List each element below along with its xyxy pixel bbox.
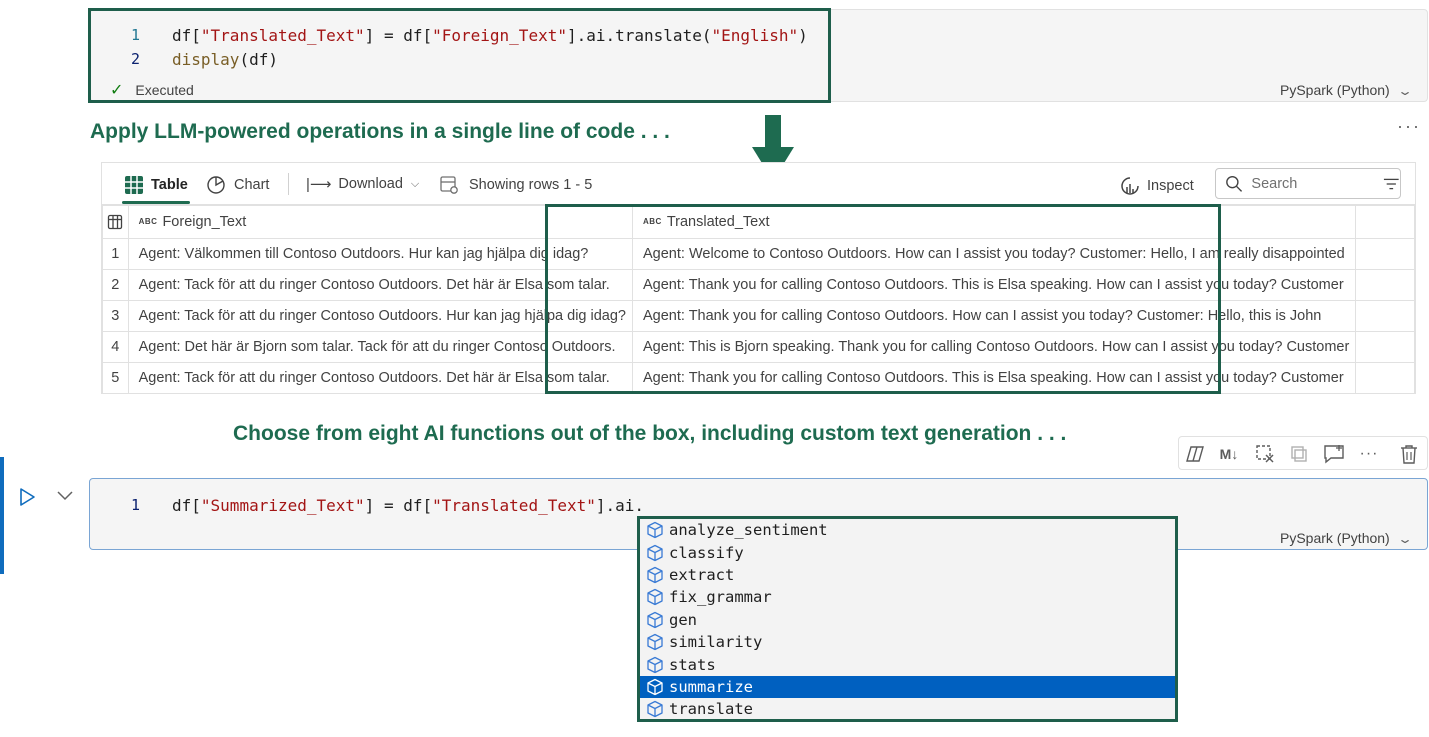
tab-chart[interactable]: Chart — [206, 175, 269, 195]
delete-icon[interactable] — [1397, 443, 1421, 465]
output-panel: Table Chart |⟶ Download ⌵ Showing rows 1… — [101, 162, 1416, 394]
method-cube-icon — [647, 634, 663, 651]
active-cell-indicator — [0, 457, 4, 574]
code-line-2[interactable]: display(df) — [172, 50, 278, 69]
toolbar-divider — [288, 173, 289, 195]
line-number: 1 — [130, 496, 140, 514]
check-icon: ✓ — [110, 82, 124, 99]
data-table: ABC Foreign_Text ABC Translated_Text 1 Age… — [102, 205, 1415, 394]
table-icon — [125, 176, 143, 194]
table-row[interactable]: 2 Agent: Tack för att du ringer Contoso … — [102, 269, 1415, 301]
cell-foreign-text[interactable]: Agent: Tack för att du ringer Contoso Ou… — [127, 362, 634, 394]
copilot-icon[interactable] — [1183, 443, 1207, 465]
grid-icon — [108, 214, 123, 229]
cell-translated-text[interactable]: Agent: Thank you for calling Contoso Out… — [631, 300, 1357, 332]
run-cell-icon[interactable] — [18, 487, 36, 507]
suggestion-item[interactable]: translate — [640, 698, 1175, 720]
cell-foreign-text[interactable]: Agent: Välkommen till Contoso Outdoors. … — [127, 238, 634, 270]
rows-info: Showing rows 1 - 5 — [439, 175, 592, 195]
tab-table[interactable]: Table — [124, 175, 188, 195]
column-header-foreign-text[interactable]: ABC Foreign_Text — [127, 205, 634, 239]
column-header-translated-text[interactable]: ABC Translated_Text — [631, 205, 1357, 239]
search-input[interactable] — [1251, 175, 1362, 192]
method-cube-icon — [647, 611, 663, 628]
suggestion-item[interactable]: stats — [640, 653, 1175, 675]
chevron-down-icon: ⌄ — [1396, 84, 1413, 98]
cell-translated-text[interactable]: Agent: This is Bjorn speaking. Thank you… — [631, 331, 1357, 363]
method-cube-icon — [647, 656, 663, 673]
cell-toolbar: M↓ ··· — [1178, 436, 1428, 470]
empty-cell — [1355, 362, 1415, 394]
empty-cell — [1355, 331, 1415, 363]
line-number: 2 — [130, 50, 140, 68]
search-box[interactable] — [1215, 168, 1401, 199]
code-line-1[interactable]: df["Summarized_Text"] = df["Translated_T… — [172, 496, 644, 515]
search-icon — [1226, 175, 1243, 192]
inspect-button[interactable]: Inspect — [1119, 175, 1194, 197]
inspect-icon — [1121, 177, 1139, 195]
comment-icon[interactable] — [1322, 443, 1346, 465]
cell-foreign-text[interactable]: Agent: Det här är Bjorn som talar. Tack … — [127, 331, 634, 363]
language-selector[interactable]: PySpark (Python) ⌄ — [1280, 530, 1413, 546]
tab-underline — [122, 201, 190, 204]
empty-cell — [1355, 238, 1415, 270]
line-number: 1 — [130, 26, 140, 44]
language-selector[interactable]: PySpark (Python) ⌄ — [1280, 82, 1413, 98]
cell-translated-text[interactable]: Agent: Thank you for calling Contoso Out… — [631, 269, 1357, 301]
execution-status: ✓ Executed — [110, 82, 194, 99]
copy-cell-icon[interactable] — [1287, 443, 1311, 465]
empty-cell — [1355, 269, 1415, 301]
method-cube-icon — [647, 678, 663, 696]
export-arrow-icon: |⟶ — [306, 176, 332, 193]
suggestion-item[interactable]: fix_grammar — [640, 586, 1175, 608]
row-number: 4 — [102, 331, 129, 363]
chevron-down-icon[interactable] — [56, 489, 74, 503]
method-cube-icon — [647, 589, 663, 606]
empty-header-cell — [1355, 205, 1415, 239]
chevron-down-icon: ⌄ — [1396, 532, 1413, 546]
markdown-icon[interactable]: M↓ — [1217, 443, 1241, 465]
method-cube-icon — [647, 566, 663, 584]
method-cube-icon — [647, 522, 663, 539]
suggestion-item-selected[interactable]: summarize — [640, 675, 1175, 699]
string-type-icon: ABC — [643, 217, 662, 226]
more-actions-icon[interactable]: ··· — [1357, 443, 1381, 465]
row-number: 2 — [102, 269, 129, 301]
suggestion-item[interactable]: similarity — [640, 631, 1175, 653]
table-row[interactable]: 4 Agent: Det här är Bjorn som talar. Tac… — [102, 331, 1415, 363]
more-options-icon[interactable]: ··· — [1397, 116, 1421, 137]
code-line-1[interactable]: df["Translated_Text"] = df["Foreign_Text… — [172, 26, 808, 45]
cell-foreign-text[interactable]: Agent: Tack för att du ringer Contoso Ou… — [127, 269, 634, 301]
filter-icon[interactable] — [1383, 176, 1400, 192]
rows-settings-icon — [440, 176, 458, 194]
empty-cell — [1355, 300, 1415, 332]
row-number: 1 — [102, 238, 129, 270]
pie-chart-icon — [207, 176, 225, 194]
caption-top: Apply LLM-powered operations in a single… — [90, 120, 670, 143]
cell-foreign-text[interactable]: Agent: Tack för att du ringer Contoso Ou… — [127, 300, 634, 332]
caption-middle: Choose from eight AI functions out of th… — [233, 422, 1067, 445]
table-row[interactable]: 5 Agent: Tack för att du ringer Contoso … — [102, 362, 1415, 394]
cell-translated-text[interactable]: Agent: Welcome to Contoso Outdoors. How … — [631, 238, 1357, 270]
output-toolbar: Table Chart |⟶ Download ⌵ Showing rows 1… — [102, 163, 1415, 205]
table-header: ABC Foreign_Text ABC Translated_Text — [102, 205, 1415, 239]
clear-output-icon[interactable] — [1253, 443, 1277, 465]
row-number: 3 — [102, 300, 129, 332]
suggestion-item[interactable]: gen — [640, 609, 1175, 631]
row-number: 5 — [102, 362, 129, 394]
method-cube-icon — [647, 701, 663, 718]
table-row[interactable]: 1 Agent: Välkommen till Contoso Outdoors… — [102, 238, 1415, 270]
method-cube-icon — [647, 544, 663, 561]
table-row[interactable]: 3 Agent: Tack för att du ringer Contoso … — [102, 300, 1415, 332]
chevron-down-icon: ⌵ — [410, 177, 420, 190]
suggestion-item[interactable]: classify — [640, 541, 1175, 563]
suggestion-item[interactable]: extract — [640, 564, 1175, 586]
cell-translated-text[interactable]: Agent: Thank you for calling Contoso Out… — [631, 362, 1357, 394]
string-type-icon: ABC — [138, 217, 158, 226]
autocomplete-list: analyze_sentiment classify extract fix_g… — [637, 516, 1178, 722]
download-button[interactable]: |⟶ Download ⌵ — [306, 175, 419, 193]
suggestion-item[interactable]: analyze_sentiment — [640, 519, 1175, 541]
grid-corner — [102, 205, 129, 239]
